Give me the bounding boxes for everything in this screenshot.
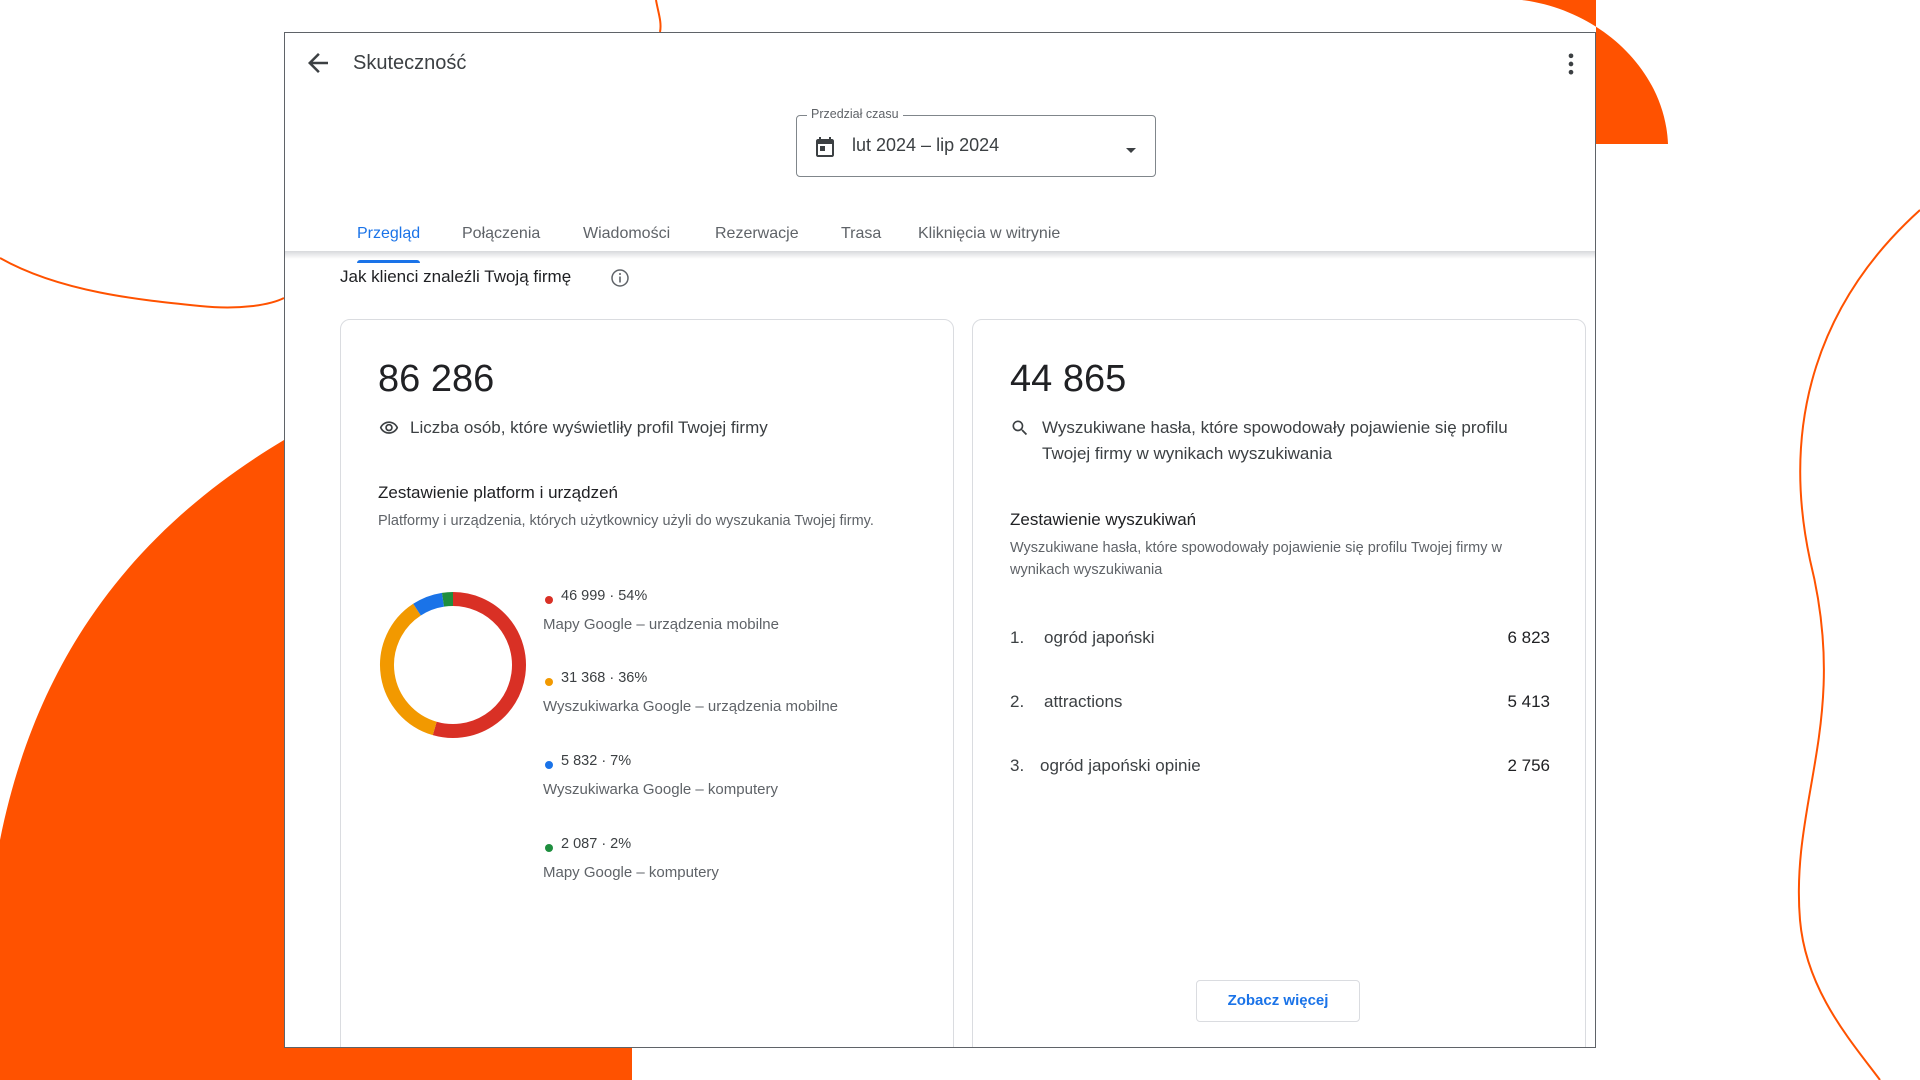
platform-donut-chart: [380, 592, 526, 738]
search-icon: [1010, 418, 1032, 438]
views-metric-label: Liczba osób, które wyświetliły profil Tw…: [410, 418, 768, 437]
legend-item: 31 368 · 36% Wyszukiwarka Google – urząd…: [543, 670, 923, 730]
tabs-divider: [285, 251, 1595, 259]
search-count: 6 823: [1507, 628, 1550, 647]
legend-label: Mapy Google – komputery: [543, 864, 719, 881]
views-metric: Liczba osób, które wyświetliły profil Tw…: [378, 415, 898, 441]
info-icon[interactable]: [610, 268, 630, 288]
legend-value: 5 832 · 7%: [561, 753, 632, 769]
search-term: attractions: [1044, 692, 1123, 711]
date-range-legend: Przedział czasu: [807, 107, 903, 121]
eye-icon: [378, 418, 400, 438]
search-rank: 3.: [1010, 756, 1025, 775]
platform-breakdown-title: Zestawienie platform i urządzeń: [378, 483, 619, 502]
legend-label: Wyszukiwarka Google – komputery: [543, 781, 778, 798]
date-range-select[interactable]: Przedział czasu lut 2024 – lip 2024: [796, 107, 1156, 177]
search-count: 5 413: [1507, 692, 1550, 711]
search-term-row: 3. ogród japoński opinie 2 756: [1010, 756, 1550, 786]
search-term: ogród japoński: [1044, 628, 1155, 647]
platform-breakdown-desc: Platformy i urządzenia, których użytkown…: [378, 513, 874, 529]
searches-metric-label: Wyszukiwane hasła, które spowodowały poj…: [1042, 418, 1508, 463]
donut-slice-blue: [413, 592, 445, 616]
arrow-back-icon[interactable]: [303, 48, 333, 78]
search-breakdown-title: Zestawienie wyszukiwań: [1010, 510, 1197, 529]
legend-item: 5 832 · 7% Wyszukiwarka Google – kompute…: [543, 753, 923, 813]
search-term-row: 1. ogród japoński 6 823: [1010, 628, 1550, 658]
orange-line-top: [655, 0, 662, 33]
legend-label: Mapy Google – urządzenia mobilne: [543, 616, 779, 633]
legend-item: 2 087 · 2% Mapy Google – komputery: [543, 836, 923, 896]
search-term-row: 2. attractions 5 413: [1010, 692, 1550, 722]
search-term: ogród japoński opinie: [1040, 756, 1201, 775]
see-more-button[interactable]: Zobacz więcej: [1196, 980, 1360, 1022]
chevron-down-icon: [1125, 142, 1137, 153]
date-range-value: lut 2024 – lip 2024: [852, 135, 1000, 155]
more-vert-icon[interactable]: [1557, 49, 1585, 79]
calendar-icon: [813, 135, 837, 159]
top-bar: Skuteczność: [285, 33, 1595, 95]
legend-value: 46 999 · 54%: [561, 588, 648, 604]
legend-dot-red: [545, 596, 553, 604]
donut-slice-yellow: [380, 603, 437, 736]
profile-views-card: 86 286 Liczba osób, które wyświetliły pr…: [340, 319, 954, 1047]
donut-slice-red: [432, 592, 526, 738]
legend-item: 46 999 · 54% Mapy Google – urządzenia mo…: [543, 588, 923, 648]
section-title: Jak klienci znaleźli Twoją firmę: [340, 267, 572, 286]
legend-dot-yellow: [545, 678, 553, 686]
legend-label: Wyszukiwarka Google – urządzenia mobilne: [543, 698, 839, 715]
search-rank: 1.: [1010, 628, 1025, 647]
views-total: 86 286: [378, 358, 495, 400]
performance-window: Skuteczność Przedział czasu lut 2024 – l…: [284, 32, 1596, 1048]
legend-value: 2 087 · 2%: [561, 836, 632, 852]
legend-value: 31 368 · 36%: [561, 670, 648, 686]
page-title: Skuteczność: [353, 52, 467, 74]
orange-line-right: [1797, 209, 1920, 1080]
legend-dot-green: [545, 844, 553, 852]
legend-dot-blue: [545, 761, 553, 769]
donut-slice-green: [441, 592, 454, 607]
search-breakdown-desc: Wyszukiwane hasła, które spowodowały poj…: [1010, 540, 1503, 578]
search-terms-card: 44 865 Wyszukiwane hasła, które spowodow…: [972, 319, 1586, 1047]
search-rank: 2.: [1010, 692, 1025, 711]
searches-total: 44 865: [1010, 358, 1127, 400]
orange-line-left: [0, 257, 285, 309]
searches-metric: Wyszukiwane hasła, które spowodowały poj…: [1010, 415, 1530, 467]
search-count: 2 756: [1507, 756, 1550, 775]
